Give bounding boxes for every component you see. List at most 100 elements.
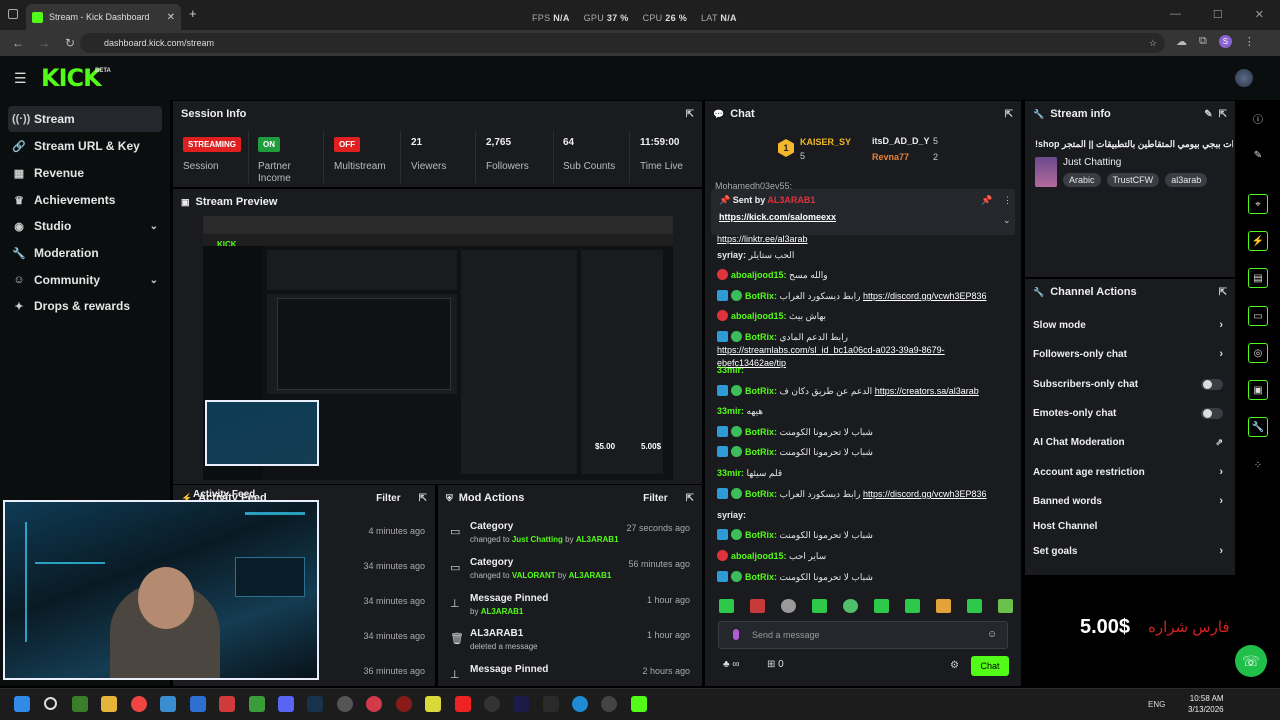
layout-icon[interactable]: ▣ xyxy=(1248,380,1268,400)
chat-username[interactable]: BotRix: xyxy=(745,572,777,582)
chevron-down-icon[interactable]: ⌄ xyxy=(1003,215,1011,226)
sidebar-item-community[interactable]: ☺ Community ⌄ xyxy=(8,267,162,293)
emote-icon[interactable] xyxy=(812,599,827,613)
chat-username[interactable]: BotRix: xyxy=(745,447,777,457)
chat-username[interactable]: BotRix: xyxy=(745,489,777,499)
document-icon[interactable]: ▤ xyxy=(1248,268,1268,288)
tab-menu-icon[interactable] xyxy=(8,9,18,19)
pinned-message[interactable]: 📌 Sent by AL3ARAB1 https://kick.com/salo… xyxy=(711,189,1015,235)
info-icon[interactable]: ⓘ xyxy=(1248,108,1268,128)
system-clock[interactable]: 10:58 AM 3/13/2026 xyxy=(1188,693,1224,715)
sidebar-item-achievements[interactable]: ♛ Achievements xyxy=(8,187,162,213)
reload-icon[interactable]: ↻ xyxy=(62,36,78,50)
chat-link[interactable]: https://discord.gg/vcwh3EP836 xyxy=(863,489,987,499)
search-icon[interactable] xyxy=(44,697,57,710)
dots-icon[interactable]: ⁘ xyxy=(1248,455,1268,475)
action-subscribers-only[interactable]: Subscribers-only chat xyxy=(1033,374,1223,394)
popout-icon[interactable]: ⇱ xyxy=(1219,109,1227,120)
premiere-icon[interactable] xyxy=(513,696,529,712)
window-controls[interactable]: — ☐ ✕ xyxy=(1170,8,1264,21)
more-options-icon[interactable]: ⋮ xyxy=(1003,195,1012,206)
kick-logo[interactable]: KICK xyxy=(41,64,102,92)
kick-taskbar-icon[interactable] xyxy=(631,696,647,712)
back-icon[interactable]: ← xyxy=(10,36,26,50)
bookmark-star-icon[interactable]: ☆ xyxy=(1149,38,1157,49)
stream-category[interactable]: Just Chatting xyxy=(1063,157,1121,168)
activity-filter-button[interactable]: Filter xyxy=(376,493,400,504)
sidebar-item-stream[interactable]: ((·)) Stream xyxy=(8,106,162,132)
chat-link[interactable]: https://creators.sa/al3arab xyxy=(875,386,979,396)
popout-icon[interactable]: ⇱ xyxy=(686,109,694,120)
wrench-icon[interactable]: 🔧 xyxy=(1248,417,1268,437)
file-explorer-icon[interactable] xyxy=(101,696,117,712)
action-ai-moderation[interactable]: AI Chat Moderation ⇗ xyxy=(1033,432,1223,452)
emote-icon[interactable] xyxy=(750,599,765,613)
emote-icon[interactable] xyxy=(781,599,796,613)
chat-username[interactable]: BotRix: xyxy=(745,332,777,342)
taskbar-app-icon[interactable] xyxy=(190,696,206,712)
taskbar-app-icon[interactable] xyxy=(337,696,353,712)
taskbar-app-icon[interactable] xyxy=(425,696,441,712)
action-account-age[interactable]: Account age restriction › xyxy=(1033,462,1223,482)
mod-filter-button[interactable]: Filter xyxy=(643,493,667,504)
emote-icon[interactable] xyxy=(936,599,951,613)
pencil-icon[interactable]: ✎ xyxy=(1248,145,1268,165)
minimize-icon[interactable]: — xyxy=(1170,8,1181,21)
popout-icon[interactable]: ⇱ xyxy=(1005,109,1013,120)
windows-start-icon[interactable] xyxy=(14,696,30,712)
popout-icon[interactable]: ⇱ xyxy=(419,493,427,504)
lightning-icon[interactable]: ⚡ xyxy=(1248,231,1268,251)
browser-tab[interactable]: Stream - Kick Dashboard ✕ xyxy=(26,4,181,30)
chrome-icon[interactable] xyxy=(131,696,147,712)
chat-settings-icon[interactable]: ⚙ xyxy=(950,660,959,671)
chat-input[interactable]: Send a message ☺ xyxy=(718,621,1008,649)
xbox-icon[interactable] xyxy=(249,696,265,712)
forward-icon[interactable]: → xyxy=(36,36,52,50)
taskbar-app-icon[interactable] xyxy=(396,696,412,712)
chat-username[interactable]: syriay: xyxy=(717,510,746,520)
unpin-icon[interactable]: 📌 xyxy=(981,195,992,206)
chat-username[interactable]: BotRix: xyxy=(745,386,777,396)
capture-icon[interactable]: ⌖ xyxy=(1248,194,1268,214)
steam-icon[interactable] xyxy=(307,696,323,712)
chat-username[interactable]: 33mir: xyxy=(717,406,744,416)
sidebar-item-moderation[interactable]: 🔧 Moderation xyxy=(8,240,162,266)
chat-username[interactable]: BotRix: xyxy=(745,530,777,540)
action-slow-mode[interactable]: Slow mode › xyxy=(1033,315,1223,335)
action-emotes-only[interactable]: Emotes-only chat xyxy=(1033,403,1223,423)
chat-send-button[interactable]: Chat xyxy=(971,656,1009,676)
action-set-goals[interactable]: Set goals › xyxy=(1033,541,1223,561)
tag[interactable]: Arabic xyxy=(1063,173,1101,187)
profile-icon[interactable]: S xyxy=(1218,35,1232,48)
subscribers-only-toggle[interactable] xyxy=(1201,378,1223,390)
action-followers-only[interactable]: Followers-only chat › xyxy=(1033,344,1223,364)
close-window-icon[interactable]: ✕ xyxy=(1255,8,1264,21)
url-text[interactable]: dashboard.kick.com/stream xyxy=(104,38,214,48)
emotes-only-toggle[interactable] xyxy=(1201,407,1223,419)
tag[interactable]: al3arab xyxy=(1165,173,1208,187)
chat-username[interactable]: BotRix: xyxy=(745,427,777,437)
chat-username[interactable]: aboaljood15: xyxy=(731,551,787,561)
taskbar-app-icon[interactable] xyxy=(72,696,88,712)
youtube-icon[interactable] xyxy=(455,696,471,712)
top-gifter-name[interactable]: KAISER_SY xyxy=(800,137,851,147)
chat-username[interactable]: aboaljood15: xyxy=(731,311,787,321)
support-chat-icon[interactable]: ☏ xyxy=(1235,645,1267,677)
second-gifter-name[interactable]: itsD_AD_D_Y xyxy=(872,136,930,146)
taskbar-app-icon[interactable] xyxy=(543,696,559,712)
discord-icon[interactable] xyxy=(278,696,294,712)
emote-icon[interactable] xyxy=(874,599,889,613)
close-tab-icon[interactable]: ✕ xyxy=(167,12,175,23)
tag[interactable]: TrustCFW xyxy=(1106,173,1160,187)
sidebar-item-drops-rewards[interactable]: ✦ Drops & rewards xyxy=(8,293,162,319)
sidebar-item-stream-url-key[interactable]: 🔗 Stream URL & Key xyxy=(8,133,162,159)
extension-icon[interactable]: ☁ xyxy=(1176,35,1187,48)
chat-username[interactable]: BotRix: xyxy=(745,291,777,301)
taskbar-app-icon[interactable] xyxy=(219,696,235,712)
chat-bubble-icon[interactable]: ▭ xyxy=(1248,306,1268,326)
cut-link[interactable]: https://linktr.ee/al3arab xyxy=(717,234,808,244)
sidebar-item-revenue[interactable]: ▦ Revenue xyxy=(8,160,162,186)
chat-username[interactable]: 33mir: xyxy=(717,468,744,478)
pinned-link[interactable]: https://kick.com/salomeexx xyxy=(719,212,836,222)
emote-icon[interactable] xyxy=(905,599,920,613)
